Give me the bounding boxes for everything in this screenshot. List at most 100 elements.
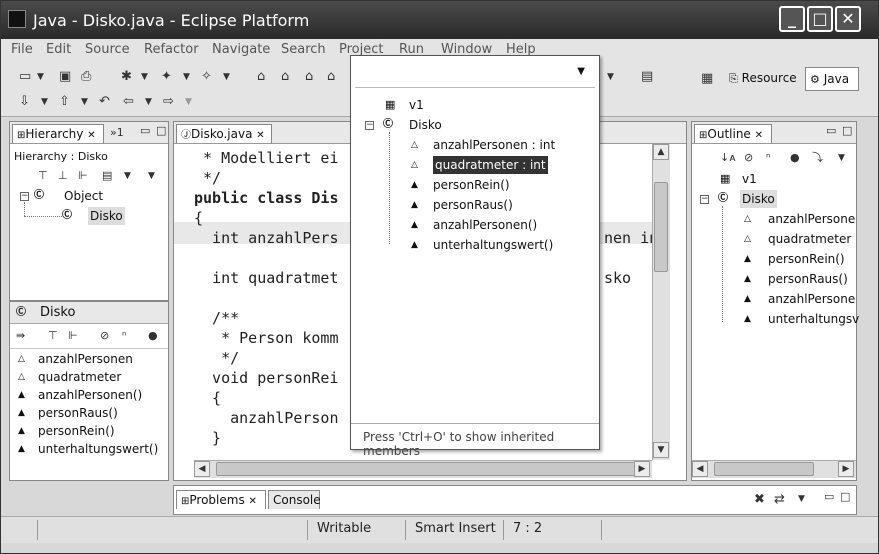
new-package-icon[interactable]: ⌂ xyxy=(257,69,265,85)
outline-personrein[interactable]: personRein() xyxy=(768,250,845,268)
hide-local-types-icon[interactable]: ⤵ xyxy=(812,150,823,166)
member-anzahlpersonen-method[interactable]: anzahlPersonen() xyxy=(38,386,142,404)
menu-source[interactable]: Source xyxy=(85,42,130,57)
sort-icon[interactable]: ⊩ xyxy=(68,328,78,344)
external-tools-dropdown-icon[interactable]: ▼ xyxy=(223,69,230,85)
popup-disko[interactable]: Disko xyxy=(409,116,442,134)
run-dropdown-icon[interactable]: ▼ xyxy=(183,69,190,85)
member-personraus[interactable]: personRaus() xyxy=(38,404,118,422)
popup-quadratmeter[interactable]: quadratmeter : int xyxy=(433,156,548,174)
new-icon[interactable]: ▭ xyxy=(19,69,31,85)
popup-personrein[interactable]: personRein() xyxy=(433,176,510,194)
view-overflow-button[interactable]: »1 xyxy=(110,126,124,139)
quick-outline-filter[interactable]: ▼ xyxy=(355,60,595,88)
prev-annotation-icon[interactable]: ⇧ xyxy=(59,94,70,110)
lock-view-icon[interactable]: ⇛ xyxy=(16,328,25,344)
hide-static-icon[interactable]: ⁿ xyxy=(122,328,126,344)
debug-icon[interactable]: ✱ xyxy=(121,69,132,85)
maximize-view-icon[interactable]: □ xyxy=(840,490,850,503)
back-icon[interactable]: ⇦ xyxy=(123,94,134,110)
popup-unterhaltungswert[interactable]: unterhaltungswert() xyxy=(433,236,553,254)
minimize-button[interactable]: _ xyxy=(779,6,805,32)
sort-az-icon[interactable]: ↓ᴀ xyxy=(720,150,736,166)
maximize-button[interactable]: □ xyxy=(807,6,833,32)
last-edit-icon[interactable]: ↶ xyxy=(99,94,110,110)
member-quadratmeter[interactable]: quadratmeter xyxy=(38,368,121,386)
tab-problems[interactable]: ⊞Problems ✕ xyxy=(176,490,266,509)
maximize-view-icon[interactable]: □ xyxy=(842,124,852,137)
outline-unterhaltungswert[interactable]: unterhaltungsv xyxy=(768,310,859,328)
outline-personraus[interactable]: personRaus() xyxy=(768,270,848,288)
new-interface-icon[interactable]: ⌂ xyxy=(305,69,313,85)
prev-annotation-dropdown-icon[interactable]: ▼ xyxy=(81,94,88,110)
layout-icon[interactable]: ▤ xyxy=(102,168,112,184)
popup-personraus[interactable]: personRaus() xyxy=(433,196,513,214)
scroll-left-icon[interactable]: ◀ xyxy=(692,461,708,477)
close-tab-icon[interactable]: ✕ xyxy=(256,130,264,141)
close-button[interactable]: ✕ xyxy=(835,6,861,32)
new-class-icon[interactable]: ⌂ xyxy=(281,69,289,85)
perspective-java[interactable]: ⚙ Java xyxy=(805,67,859,91)
close-tab-icon[interactable]: ✕ xyxy=(755,130,763,141)
view-menu-icon[interactable]: ▼ xyxy=(148,168,155,184)
view-menu-icon[interactable]: ▼ xyxy=(798,494,805,504)
menu-search[interactable]: Search xyxy=(281,42,326,57)
hide-nonpublic-icon[interactable]: ● xyxy=(790,150,800,166)
print-icon[interactable]: ⎙ xyxy=(81,69,91,85)
outline-v1[interactable]: v1 xyxy=(742,170,757,188)
hide-fields-icon[interactable]: ⊘ xyxy=(744,150,753,166)
scroll-down-icon[interactable]: ▼ xyxy=(653,442,669,458)
tab-outline[interactable]: ⊞Outline ✕ xyxy=(694,124,772,143)
menu-refactor[interactable]: Refactor xyxy=(144,42,199,57)
remove-all-icon[interactable]: ✖ xyxy=(754,492,765,507)
debug-dropdown-icon[interactable]: ▼ xyxy=(141,69,148,85)
minimize-view-icon[interactable]: ▭ xyxy=(140,124,150,137)
scroll-right-icon[interactable]: ▶ xyxy=(634,461,650,477)
filter-menu-icon[interactable]: ▼ xyxy=(577,66,585,77)
minimize-view-icon[interactable]: ▭ xyxy=(824,490,834,503)
outline-disko[interactable]: Disko xyxy=(740,190,777,208)
external-tools-icon[interactable]: ✧ xyxy=(201,69,212,85)
editor-hscrollbar[interactable]: ◀ ▶ xyxy=(194,460,652,478)
outline-quadratmeter[interactable]: quadratmeter xyxy=(768,230,851,248)
editor-hscroll-thumb[interactable] xyxy=(216,462,636,476)
menu-file[interactable]: File xyxy=(11,42,33,57)
view-menu-icon[interactable]: ▼ xyxy=(838,150,845,166)
run-icon[interactable]: ✦ xyxy=(161,69,172,85)
maximize-view-icon[interactable]: □ xyxy=(156,124,166,137)
hide-fields-icon[interactable]: ⊘ xyxy=(100,328,109,344)
tab-disko-java[interactable]: ⒿDisko.java ✕ xyxy=(176,124,272,143)
popup-anzahlpersonen[interactable]: anzahlPersonen : int xyxy=(433,136,555,154)
back-dropdown-icon[interactable]: ▼ xyxy=(145,94,152,110)
popup-v1[interactable]: v1 xyxy=(409,96,424,114)
tree-object[interactable]: Object xyxy=(64,187,103,205)
menu-edit[interactable]: Edit xyxy=(46,42,71,57)
open-perspective-icon[interactable]: ▤ xyxy=(641,69,653,85)
show-inherited-icon[interactable]: ⊤ xyxy=(48,328,58,344)
popup-anzahlpersonen-method[interactable]: anzahlPersonen() xyxy=(433,216,537,234)
next-annotation-icon[interactable]: ⇩ xyxy=(19,94,30,110)
tree-disko[interactable]: Disko xyxy=(88,207,125,225)
minimize-view-icon[interactable]: ▭ xyxy=(826,124,836,137)
forward-dropdown-icon[interactable]: ▼ xyxy=(185,94,192,110)
collapse-disko-icon[interactable]: − xyxy=(700,195,709,204)
save-icon[interactable]: ▣ xyxy=(59,69,71,85)
tab-console[interactable]: Console xyxy=(268,490,321,509)
forward-icon[interactable]: ⇨ xyxy=(163,94,174,110)
perspective-resource[interactable]: ⎘ Resource xyxy=(725,67,801,91)
editor-vscrollbar[interactable]: ▲ ▼ xyxy=(652,144,670,460)
next-annotation-dropdown-icon[interactable]: ▼ xyxy=(41,94,48,110)
menu-navigate[interactable]: Navigate xyxy=(212,42,270,57)
close-tab-icon[interactable]: ✕ xyxy=(87,130,95,141)
search-dropdown-icon[interactable]: ▼ xyxy=(607,69,614,85)
layout-dropdown-icon[interactable]: ▼ xyxy=(124,168,131,184)
tab-hierarchy[interactable]: ⊞Hierarchy ✕ xyxy=(12,124,104,143)
open-type-icon[interactable]: ⌂ xyxy=(327,69,335,85)
outline-anzahlpersonen-method[interactable]: anzahlPersone xyxy=(768,290,855,308)
close-tab-icon[interactable]: ✕ xyxy=(249,496,257,507)
editor-vscroll-thumb[interactable] xyxy=(654,182,668,272)
scroll-right-icon[interactable]: ▶ xyxy=(838,461,854,477)
scroll-up-icon[interactable]: ▲ xyxy=(653,144,669,160)
subtype-hierarchy-icon[interactable]: ⊩ xyxy=(78,168,88,184)
member-personrein[interactable]: personRein() xyxy=(38,422,115,440)
